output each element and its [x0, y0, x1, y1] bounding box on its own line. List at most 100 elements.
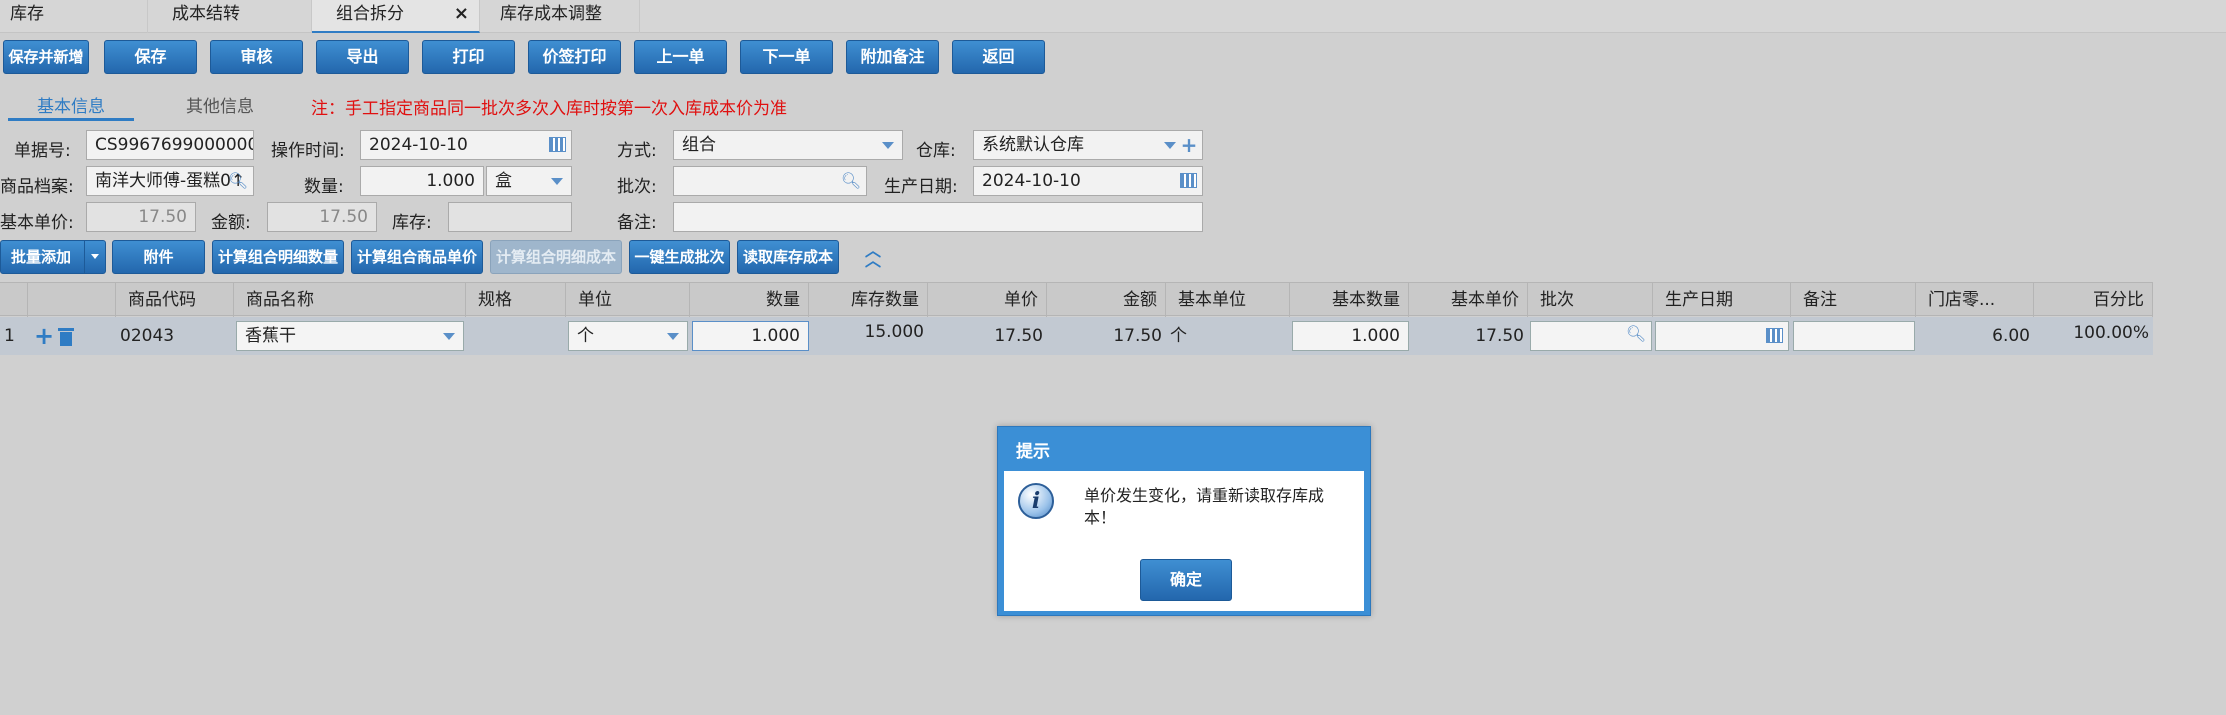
th-remark: 备注	[1791, 283, 1916, 317]
cell-batch-input[interactable]: 🔍︎	[1530, 321, 1652, 351]
tab-label: 组合拆分	[336, 4, 404, 24]
collapse-up-icon[interactable]: ︿ ︿	[862, 243, 884, 270]
save-and-new-button[interactable]: 保存并新增	[3, 40, 89, 74]
cell-unit-select[interactable]: 个	[568, 321, 688, 351]
cell-base-qty-input[interactable]: 1.000	[1292, 321, 1409, 351]
subtab-other-info[interactable]: 其他信息	[186, 92, 254, 117]
search-icon[interactable]: 🔍︎	[840, 170, 862, 192]
search-icon[interactable]: 🔍︎	[1625, 323, 1647, 345]
product-field[interactable]: 南洋大师傅-蛋糕0↑ 🔍︎	[86, 166, 254, 196]
tab-label: 库存成本调整	[500, 4, 602, 24]
batch-field[interactable]: 🔍︎	[673, 166, 867, 196]
ok-button[interactable]: 确定	[1140, 559, 1232, 601]
amount-field: 17.50	[267, 202, 377, 232]
calc-detail-cost-button: 计算组合明细成本	[490, 240, 622, 274]
qty-label: 数量:	[304, 177, 344, 197]
op-time-field[interactable]: 2024-10-10	[360, 130, 572, 160]
doc-no-field[interactable]: CS99676990000006	[86, 130, 254, 160]
cell-remark-input[interactable]	[1793, 321, 1915, 351]
calendar-icon[interactable]	[1766, 328, 1783, 343]
audit-button[interactable]: 审核	[210, 40, 303, 74]
tab-label: 库存	[10, 4, 44, 24]
calc-detail-qty-button[interactable]: 计算组合明细数量	[212, 240, 344, 274]
cell-unit-value: 个	[577, 326, 594, 346]
trash-icon[interactable]	[58, 328, 74, 346]
cell-percent: 100.00%	[2073, 323, 2149, 343]
cell-price: 17.50	[994, 326, 1043, 346]
save-button[interactable]: 保存	[104, 40, 197, 74]
remark-label: 备注:	[617, 213, 657, 233]
cell-stock-qty: 15.000	[864, 322, 924, 342]
th-prod-date: 生产日期	[1653, 283, 1791, 317]
calendar-icon[interactable]	[549, 137, 566, 152]
cell-qty-input[interactable]: 1.000	[692, 321, 809, 351]
dialog-message: 单价发生变化，请重新读取存库成本！	[1084, 486, 1325, 527]
gen-batch-button[interactable]: 一键生成批次	[629, 240, 730, 274]
th-unit: 单位	[566, 283, 690, 317]
calc-combo-price-button[interactable]: 计算组合商品单价	[351, 240, 483, 274]
print-button[interactable]: 打印	[422, 40, 515, 74]
extra-note-button[interactable]: 附加备注	[846, 40, 939, 74]
close-icon[interactable]: ×	[454, 0, 469, 28]
product-value: 南洋大师傅-蛋糕0↑	[95, 171, 246, 191]
amount-label: 金额:	[211, 213, 251, 233]
search-icon[interactable]: 🔍︎	[227, 170, 249, 192]
info-icon: i	[1018, 483, 1054, 519]
top-tab-bar: 库存 成本结转 组合拆分 × 库存成本调整	[0, 0, 2226, 33]
th-code: 商品代码	[116, 283, 234, 317]
warehouse-value: 系统默认仓库	[982, 135, 1084, 155]
back-button[interactable]: 返回	[952, 40, 1045, 74]
tab-inventory[interactable]: 库存	[0, 0, 148, 33]
unit-select[interactable]: 盒	[486, 166, 572, 196]
prev-button[interactable]: 上一单	[634, 40, 727, 74]
tab-stock-cost-adjust[interactable]: 库存成本调整	[480, 0, 640, 33]
cell-base-price: 17.50	[1475, 326, 1524, 346]
tab-label: 成本结转	[172, 4, 240, 24]
add-icon[interactable]: +	[1178, 134, 1200, 156]
read-stock-cost-button[interactable]: 读取库存成本	[737, 240, 839, 274]
th-stock-qty: 库存数量	[809, 283, 928, 317]
batch-add-label: 批量添加	[11, 248, 72, 266]
mode-select[interactable]: 组合	[673, 130, 903, 160]
cell-prod-date-input[interactable]	[1655, 321, 1789, 351]
cell-name-select[interactable]: 香蕉干	[236, 321, 464, 351]
cost-note: 注：手工指定商品同一批次多次入库时按第一次入库成本价为准	[311, 99, 787, 119]
cell-base-unit: 个	[1170, 326, 1187, 346]
next-button[interactable]: 下一单	[740, 40, 833, 74]
base-price-label: 基本单价:	[0, 213, 74, 233]
tab-combine-split[interactable]: 组合拆分 ×	[312, 0, 480, 33]
warehouse-select[interactable]: 系统默认仓库 +	[973, 130, 1203, 160]
tab-cost-transfer[interactable]: 成本结转	[148, 0, 312, 33]
calendar-icon[interactable]	[1180, 173, 1197, 188]
th-base-qty: 基本数量	[1290, 283, 1409, 317]
base-price-field: 17.50	[86, 202, 196, 232]
batch-label: 批次:	[617, 177, 657, 197]
chevron-down-icon	[667, 333, 679, 340]
alert-dialog: 提示 i 单价发生变化，请重新读取存库成本！ 确定	[997, 426, 1371, 616]
unit-value: 盒	[495, 171, 512, 191]
doc-no-label: 单据号:	[14, 141, 71, 161]
subtab-basic-info[interactable]: 基本信息	[37, 92, 105, 117]
chevron-down-icon[interactable]	[84, 241, 105, 273]
remark-field[interactable]	[673, 202, 1203, 232]
warehouse-label: 仓库:	[916, 141, 956, 161]
mode-label: 方式:	[617, 141, 657, 161]
op-time-value: 2024-10-10	[369, 135, 468, 155]
th-base-unit: 基本单位	[1166, 283, 1290, 317]
th-batch: 批次	[1528, 283, 1653, 317]
prod-date-field[interactable]: 2024-10-10	[973, 166, 1203, 196]
th-amount: 金额	[1047, 283, 1166, 317]
th-spec: 规格	[466, 283, 566, 317]
th-price: 单价	[928, 283, 1047, 317]
add-row-icon[interactable]: +	[34, 317, 54, 355]
table-header: 商品代码 商品名称 规格 单位 数量 库存数量 单价 金额 基本单位 基本数量 …	[0, 282, 2153, 317]
table-row: 1 + 02043 香蕉干 个 1.000 15.000 17.50 17.50…	[0, 317, 2153, 355]
product-label: 商品档案:	[0, 177, 74, 197]
export-button[interactable]: 导出	[316, 40, 409, 74]
subtab-underline	[8, 118, 134, 121]
price-tag-print-button[interactable]: 价签打印	[528, 40, 621, 74]
batch-add-button[interactable]: 批量添加	[0, 240, 106, 274]
attachment-button[interactable]: 附件	[112, 240, 205, 274]
th-percent: 百分比	[2034, 283, 2153, 317]
qty-field[interactable]: 1.000	[360, 166, 484, 196]
